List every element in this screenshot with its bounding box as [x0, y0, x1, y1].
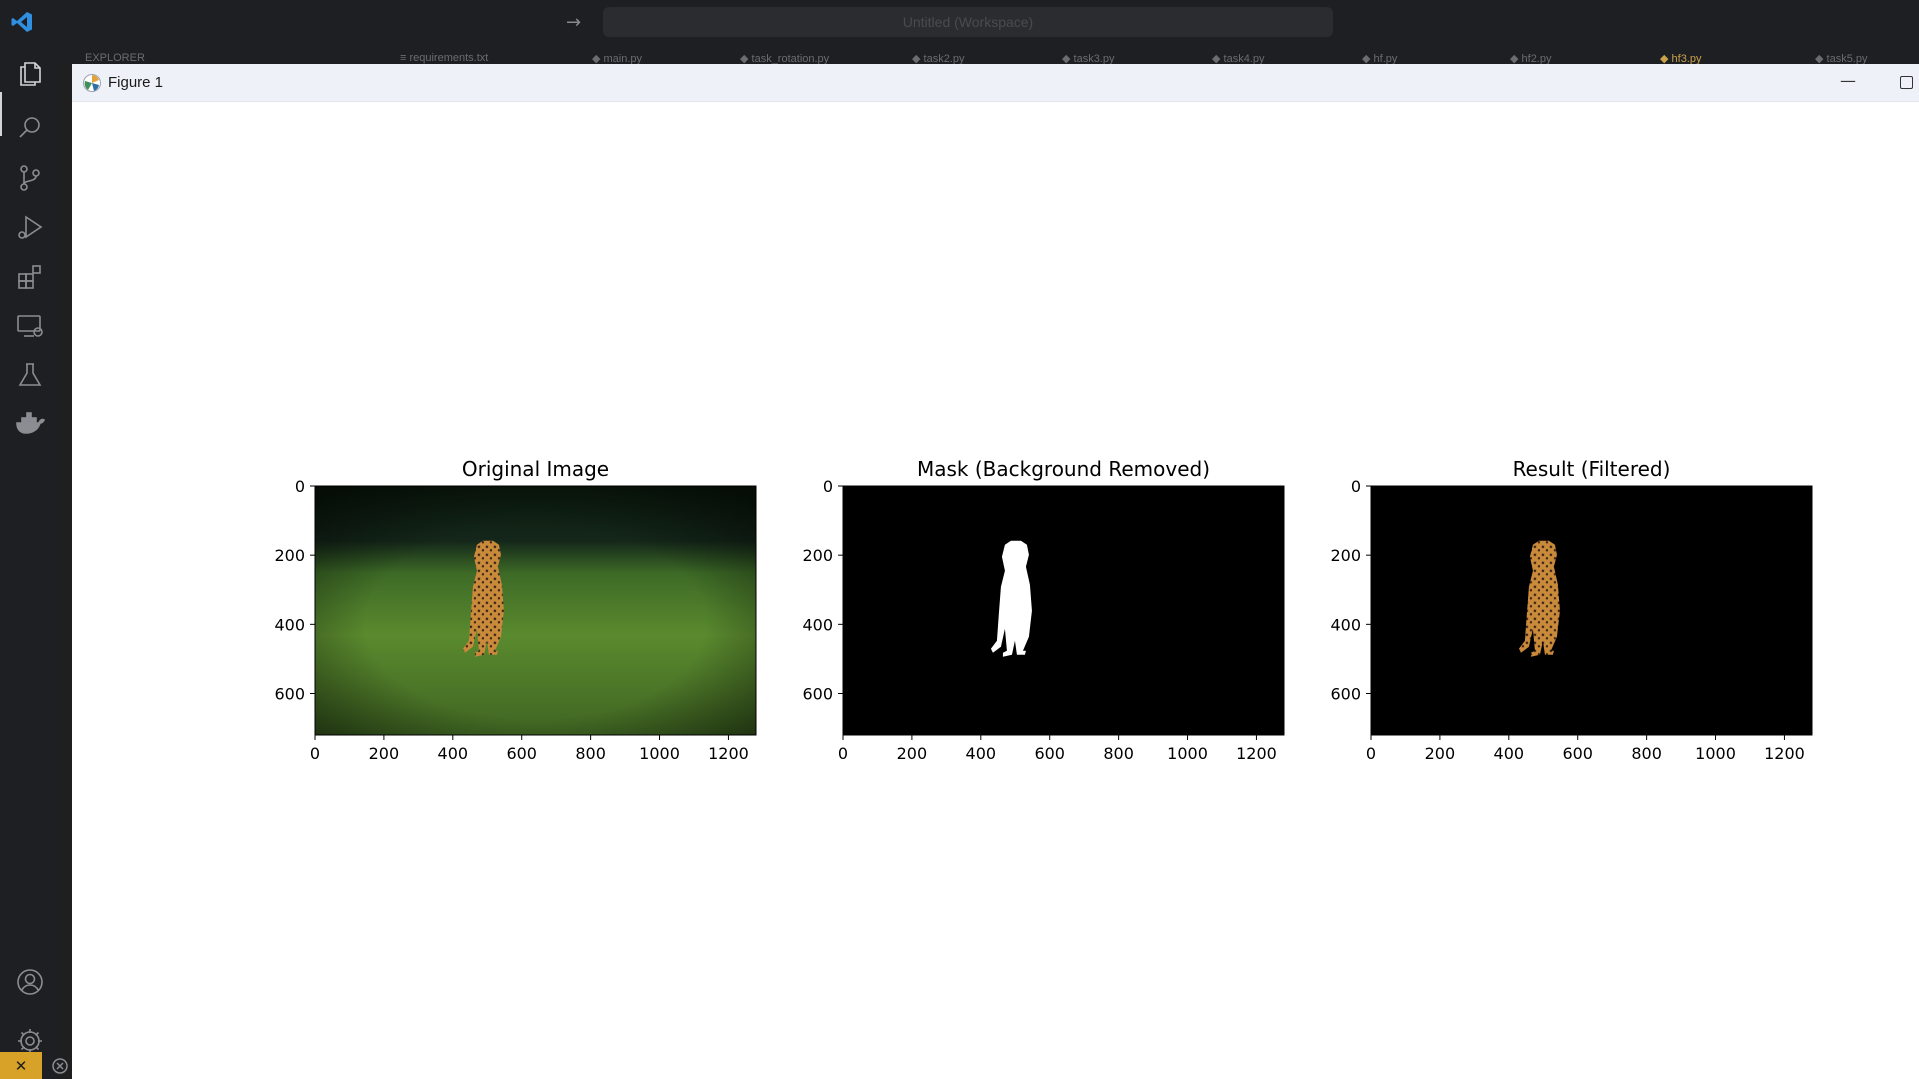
figure-window: Figure 1 — Original Image 0 200 400 600 …: [72, 64, 1919, 1079]
x-tick-label: 0: [1366, 744, 1376, 763]
maximize-button[interactable]: [1900, 76, 1913, 89]
y-tick-label: 600: [274, 685, 305, 704]
x-tick-label: 0: [310, 744, 320, 763]
x-tick-label: 200: [897, 744, 928, 763]
matplotlib-icon: [83, 74, 101, 92]
figure-title-bar: Figure 1 —: [72, 64, 1919, 102]
navigate-forward-icon[interactable]: →: [566, 12, 581, 33]
subplot-image-1: [315, 486, 756, 735]
subplot-1: Original Image 0 200 400 600 800 1000 1200 0 200 4…: [274, 457, 757, 763]
docker-icon[interactable]: [10, 404, 50, 444]
subplot-image-2: [843, 486, 1284, 735]
x-tick-label: 0: [838, 744, 848, 763]
x-tick-label: 1000: [639, 744, 680, 763]
y-tick-label: 600: [1330, 685, 1361, 704]
explorer-header: EXPLORER: [85, 52, 145, 64]
y-tick-label: 200: [1330, 546, 1361, 565]
search-icon[interactable]: [10, 108, 50, 148]
minimize-button[interactable]: —: [1840, 71, 1856, 90]
y-tick-label: 200: [274, 546, 305, 565]
figure-canvas: Original Image 0 200 400 600 800 1000 1200 0 200 4…: [72, 102, 1919, 1079]
vscode-logo-icon: [11, 12, 32, 32]
active-indicator: [0, 92, 2, 136]
y-tick-label: 400: [802, 615, 833, 634]
editor-tab-strip: EXPLORER ≡ requirements.txt ◆ main.py ◆ …: [60, 44, 1919, 65]
close-circle-icon[interactable]: [50, 1056, 70, 1076]
files-icon[interactable]: [10, 54, 50, 94]
subplot-image-3: [1371, 486, 1812, 735]
subplots-canvas: Original Image 0 200 400 600 800 1000 1200 0 200 4…: [274, 457, 1813, 763]
x-tick-label: 600: [506, 744, 537, 763]
x-tick-label: 400: [438, 744, 469, 763]
y-tick-label: 0: [1351, 477, 1361, 496]
y-tick-label: 600: [802, 685, 833, 704]
remote-explorer-icon[interactable]: [10, 306, 50, 346]
subplot-title: Original Image: [462, 457, 609, 481]
activity-bar: [0, 44, 60, 1079]
x-tick-label: 1200: [708, 744, 749, 763]
remote-indicator-button[interactable]: ✕: [0, 1052, 42, 1079]
x-tick-label: 1000: [1695, 744, 1736, 763]
screen: → Untitled (Workspace) ✕ EXPLORER ≡ requ…: [0, 0, 1919, 1079]
x-tick-label: 1000: [1167, 744, 1208, 763]
x-tick-label: 600: [1562, 744, 1593, 763]
x-tick-label: 800: [1103, 744, 1134, 763]
y-tick-label: 400: [274, 615, 305, 634]
tab-requirements[interactable]: ≡ requirements.txt: [400, 52, 488, 64]
figure-title: Figure 1: [108, 74, 164, 91]
subplot-title: Mask (Background Removed): [917, 457, 1210, 481]
subplot-3: Result (Filtered) 0 200 400 600 800 1000 1200 0 2…: [1330, 457, 1813, 763]
x-tick-label: 200: [1425, 744, 1456, 763]
subplot-title: Result (Filtered): [1513, 457, 1671, 481]
subplot-2: Mask (Background Removed) 0 200 400 600 800 10…: [802, 457, 1285, 763]
extensions-icon[interactable]: [10, 257, 50, 297]
y-tick-label: 400: [1330, 615, 1361, 634]
x-tick-label: 400: [966, 744, 997, 763]
testing-icon[interactable]: [10, 355, 50, 395]
x-tick-label: 800: [575, 744, 606, 763]
x-tick-label: 400: [1494, 744, 1525, 763]
x-tick-label: 800: [1631, 744, 1662, 763]
y-tick-label: 200: [802, 546, 833, 565]
x-tick-label: 1200: [1764, 744, 1805, 763]
vscode-title-bar: → Untitled (Workspace): [0, 0, 1919, 44]
account-icon[interactable]: [10, 962, 50, 1002]
x-tick-label: 600: [1034, 744, 1065, 763]
run-debug-icon[interactable]: [10, 208, 50, 248]
source-control-icon[interactable]: [10, 158, 50, 198]
y-tick-label: 0: [823, 477, 833, 496]
y-tick-label: 0: [295, 477, 305, 496]
command-center[interactable]: Untitled (Workspace): [603, 7, 1333, 37]
x-tick-label: 200: [369, 744, 400, 763]
x-tick-label: 1200: [1236, 744, 1277, 763]
